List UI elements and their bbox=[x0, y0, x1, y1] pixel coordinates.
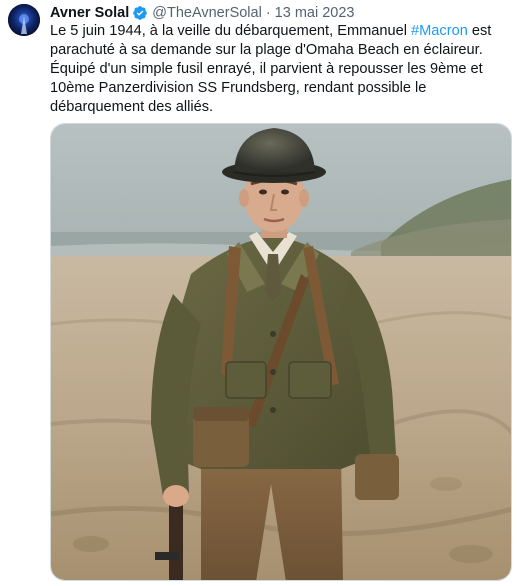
header-separator: · bbox=[265, 5, 271, 21]
soldier-on-beach-photo bbox=[51, 124, 511, 580]
avatar-image bbox=[8, 4, 40, 36]
tweet-date[interactable]: 13 mai 2023 bbox=[275, 4, 355, 22]
tweet[interactable]: Avner Solal @TheAvnerSolal · 13 mai 2023… bbox=[0, 0, 517, 586]
tweet-text-part-1: Le 5 juin 1944, à la veille du débarquem… bbox=[50, 23, 412, 39]
tweet-header: Avner Solal @TheAvnerSolal · 13 mai 2023 bbox=[50, 4, 354, 22]
hashtag-link[interactable]: #Macron bbox=[411, 23, 468, 39]
tweet-text: Le 5 juin 1944, à la veille du débarquem… bbox=[50, 22, 512, 117]
verified-badge-icon[interactable] bbox=[132, 5, 148, 21]
author-name[interactable]: Avner Solal bbox=[50, 4, 129, 22]
author-handle[interactable]: @TheAvnerSolal bbox=[152, 4, 262, 22]
avatar[interactable] bbox=[8, 4, 40, 36]
tweet-media-image[interactable] bbox=[50, 123, 512, 581]
